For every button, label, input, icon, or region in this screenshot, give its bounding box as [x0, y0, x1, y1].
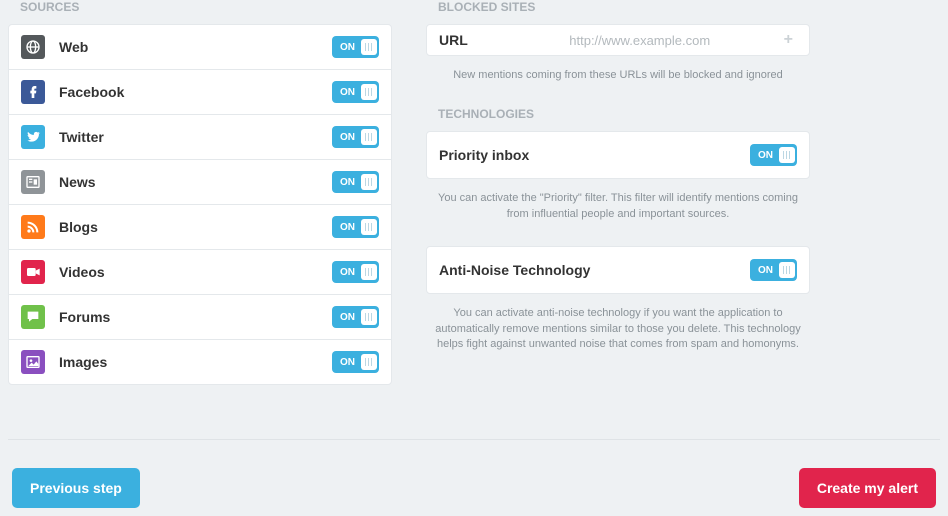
priority-toggle[interactable]: ON — [750, 144, 797, 166]
source-row-facebook: FacebookON — [9, 70, 391, 115]
toggle-on-label: ON — [334, 222, 361, 233]
facebook-icon — [21, 80, 45, 104]
source-row-forums: ForumsON — [9, 295, 391, 340]
source-row-blogs: BlogsON — [9, 205, 391, 250]
antinoise-panel: Anti-Noise Technology ON — [426, 246, 810, 294]
toggle-on-label: ON — [334, 87, 361, 98]
toggle-on-label: ON — [334, 267, 361, 278]
toggle-on-label: ON — [334, 42, 361, 53]
create-alert-button[interactable]: Create my alert — [799, 468, 936, 508]
blocked-help: New mentions coming from these URLs will… — [426, 56, 810, 101]
footer: Previous step Create my alert — [8, 468, 940, 508]
toggle-knob-icon — [361, 309, 377, 325]
toggle-knob-icon — [361, 219, 377, 235]
previous-step-button[interactable]: Previous step — [12, 468, 140, 508]
source-label-twitter: Twitter — [59, 129, 332, 145]
toggle-on-label: ON — [752, 265, 779, 276]
toggle-twitter[interactable]: ON — [332, 126, 379, 148]
technologies-header: TECHNOLOGIES — [426, 107, 810, 131]
priority-help: You can activate the "Priority" filter. … — [426, 179, 810, 240]
blogs-icon — [21, 215, 45, 239]
toggle-on-label: ON — [752, 150, 779, 161]
toggle-images[interactable]: ON — [332, 351, 379, 373]
toggle-on-label: ON — [334, 312, 361, 323]
source-row-news: NewsON — [9, 160, 391, 205]
url-label: URL — [439, 32, 468, 48]
antinoise-label: Anti-Noise Technology — [439, 262, 750, 278]
url-input[interactable] — [500, 33, 780, 48]
sources-header: SOURCES — [8, 0, 392, 24]
toggle-knob-icon — [361, 129, 377, 145]
add-url-icon[interactable]: + — [780, 31, 797, 49]
blocked-header: BLOCKED SITES — [426, 0, 810, 24]
toggle-knob-icon — [361, 264, 377, 280]
toggle-videos[interactable]: ON — [332, 261, 379, 283]
images-icon — [21, 350, 45, 374]
source-row-web: WebON — [9, 25, 391, 70]
toggle-web[interactable]: ON — [332, 36, 379, 58]
toggle-knob-icon — [361, 84, 377, 100]
toggle-on-label: ON — [334, 177, 361, 188]
twitter-icon — [21, 125, 45, 149]
news-icon — [21, 170, 45, 194]
source-label-images: Images — [59, 354, 332, 370]
source-label-forums: Forums — [59, 309, 332, 325]
source-row-videos: VideosON — [9, 250, 391, 295]
footer-divider — [8, 439, 940, 440]
toggle-knob-icon — [779, 262, 795, 278]
source-label-blogs: Blogs — [59, 219, 332, 235]
toggle-knob-icon — [361, 174, 377, 190]
toggle-facebook[interactable]: ON — [332, 81, 379, 103]
source-label-web: Web — [59, 39, 332, 55]
toggle-blogs[interactable]: ON — [332, 216, 379, 238]
antinoise-help: You can activate anti-noise technology i… — [426, 294, 810, 370]
forums-icon — [21, 305, 45, 329]
toggle-knob-icon — [361, 354, 377, 370]
priority-panel: Priority inbox ON — [426, 131, 810, 179]
antinoise-toggle[interactable]: ON — [750, 259, 797, 281]
toggle-forums[interactable]: ON — [332, 306, 379, 328]
source-label-news: News — [59, 174, 332, 190]
source-row-images: ImagesON — [9, 340, 391, 384]
source-row-twitter: TwitterON — [9, 115, 391, 160]
videos-icon — [21, 260, 45, 284]
priority-label: Priority inbox — [439, 147, 750, 163]
toggle-on-label: ON — [334, 357, 361, 368]
toggle-knob-icon — [779, 147, 795, 163]
toggle-on-label: ON — [334, 132, 361, 143]
source-label-videos: Videos — [59, 264, 332, 280]
web-icon — [21, 35, 45, 59]
toggle-knob-icon — [361, 39, 377, 55]
source-label-facebook: Facebook — [59, 84, 332, 100]
blocked-panel: URL + — [426, 24, 810, 56]
sources-panel: WebONFacebookONTwitterONNewsONBlogsONVid… — [8, 24, 392, 385]
toggle-news[interactable]: ON — [332, 171, 379, 193]
